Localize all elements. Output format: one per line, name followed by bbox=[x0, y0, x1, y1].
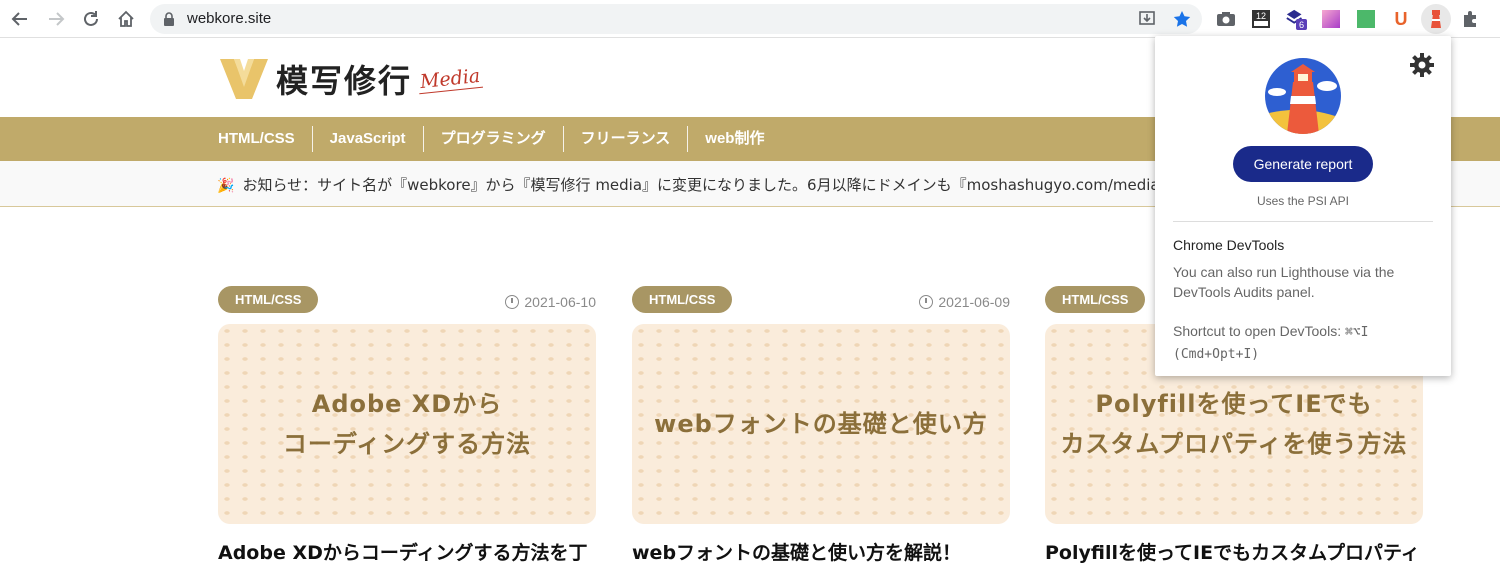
post-date-text: 2021-06-09 bbox=[938, 294, 1010, 310]
devtools-description: You can also run Lighthouse via the DevT… bbox=[1173, 264, 1395, 300]
article-thumbnail[interactable]: webフォントの基礎と使い方 bbox=[632, 324, 1010, 524]
extensions-puzzle-icon[interactable] bbox=[1460, 8, 1482, 30]
logo-mark-icon bbox=[220, 59, 268, 99]
lock-icon bbox=[164, 12, 174, 26]
shortcut-label: Shortcut to open DevTools: bbox=[1173, 323, 1342, 339]
nav-item-web-production[interactable]: web制作 bbox=[687, 126, 781, 152]
thumb-line-1: webフォントの基礎と使い方 bbox=[654, 410, 988, 438]
camera-icon[interactable] bbox=[1215, 8, 1237, 30]
category-tag[interactable]: HTML/CSS bbox=[632, 286, 733, 313]
thumb-line-2: カスタムプロパティを使う方法 bbox=[1060, 430, 1408, 458]
notice-text[interactable]: お知らせ：サイト名が『webkore』から『模写修行 media』に変更になりま… bbox=[242, 176, 1179, 194]
home-icon[interactable] bbox=[114, 7, 138, 31]
clock-icon bbox=[505, 295, 520, 309]
gear-icon[interactable] bbox=[1409, 52, 1435, 78]
green-square-extension-icon[interactable] bbox=[1355, 8, 1377, 30]
browser-toolbar: webkore.site 12 6 U bbox=[0, 0, 1500, 38]
back-icon[interactable] bbox=[8, 7, 32, 31]
shortcut-keys: ⌘⌥I bbox=[1345, 325, 1369, 340]
forward-icon[interactable] bbox=[44, 7, 68, 31]
thumb-line-1: Polyfillを使ってIEでも bbox=[1095, 390, 1373, 418]
category-tag[interactable]: HTML/CSS bbox=[218, 286, 319, 313]
party-popper-icon: 🎉 bbox=[217, 178, 235, 194]
lighthouse-logo-icon bbox=[1265, 58, 1341, 134]
article-title[interactable]: Polyfillを使ってIEでもカスタムプロパティ bbox=[1045, 538, 1425, 565]
stack-extension-icon[interactable]: 6 bbox=[1285, 8, 1307, 30]
clock-icon bbox=[919, 295, 934, 309]
article-title[interactable]: webフォントの基礎と使い方を解説！ bbox=[632, 538, 1012, 565]
lighthouse-extension-icon[interactable] bbox=[1421, 4, 1451, 34]
post-date: 2021-06-09 bbox=[919, 294, 1010, 310]
psi-note: Uses the PSI API bbox=[1256, 194, 1350, 208]
divider bbox=[1173, 221, 1433, 222]
install-icon[interactable] bbox=[1138, 10, 1158, 28]
post-date: 2021-06-10 bbox=[505, 294, 596, 310]
category-tag[interactable]: HTML/CSS bbox=[1045, 286, 1146, 313]
post-date-text: 2021-06-10 bbox=[524, 294, 596, 310]
shortcut-full: (Cmd+Opt+I) bbox=[1173, 347, 1260, 362]
site-logo[interactable]: 模写修行 Media bbox=[218, 55, 484, 103]
u-extension-icon[interactable]: U bbox=[1390, 8, 1412, 30]
address-bar[interactable]: webkore.site bbox=[150, 4, 1202, 34]
nav-item-html-css[interactable]: HTML/CSS bbox=[218, 126, 312, 152]
extension-badge: 6 bbox=[1299, 20, 1304, 30]
thumb-line-1: Adobe XDから bbox=[311, 390, 503, 418]
reload-icon[interactable] bbox=[79, 7, 103, 31]
lighthouse-popup: Generate report Uses the PSI API Chrome … bbox=[1155, 36, 1451, 376]
nav-item-freelance[interactable]: フリーランス bbox=[562, 126, 688, 152]
nav-item-programming[interactable]: プログラミング bbox=[422, 126, 563, 152]
article-title[interactable]: Adobe XDからコーディングする方法を丁 bbox=[218, 538, 598, 565]
logo-media: Media bbox=[416, 64, 484, 94]
url-text: webkore.site bbox=[187, 10, 272, 27]
article-thumbnail[interactable]: Adobe XDからコーディングする方法 bbox=[218, 324, 596, 524]
shortcut-text: Shortcut to open DevTools: ⌘⌥I (Cmd+Opt+… bbox=[1173, 321, 1443, 365]
thumb-line-2: コーディングする方法 bbox=[282, 430, 532, 458]
nav-item-javascript[interactable]: JavaScript bbox=[311, 126, 423, 152]
gradient-extension-icon[interactable] bbox=[1320, 8, 1342, 30]
logo-text: 模写修行 bbox=[276, 62, 413, 100]
calendar-day: 12 bbox=[1256, 11, 1266, 21]
generate-report-button[interactable]: Generate report bbox=[1233, 146, 1373, 182]
devtools-heading: Chrome DevTools bbox=[1173, 237, 1285, 253]
calendar-extension-icon[interactable]: 12 bbox=[1250, 8, 1272, 30]
bookmark-star-icon[interactable] bbox=[1172, 10, 1192, 28]
